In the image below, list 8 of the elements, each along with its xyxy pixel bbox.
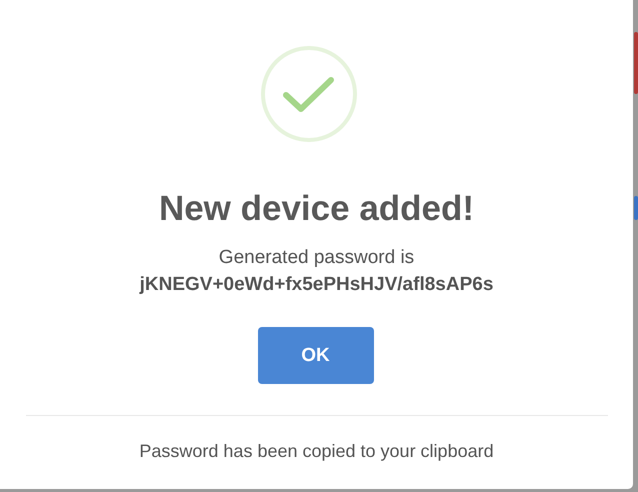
- success-check-icon: [258, 44, 358, 144]
- background-element: [634, 32, 638, 94]
- background-element: [634, 196, 638, 220]
- footer-text: Password has been copied to your clipboard: [139, 441, 494, 461]
- message-text: Generated password is: [218, 246, 414, 270]
- dialog-title: New device added!: [158, 189, 474, 229]
- ok-button[interactable]: OK: [258, 327, 374, 384]
- password-text: jKNEGV+0eWd+fx5ePHsHJV/afl8sAP6s: [140, 273, 494, 297]
